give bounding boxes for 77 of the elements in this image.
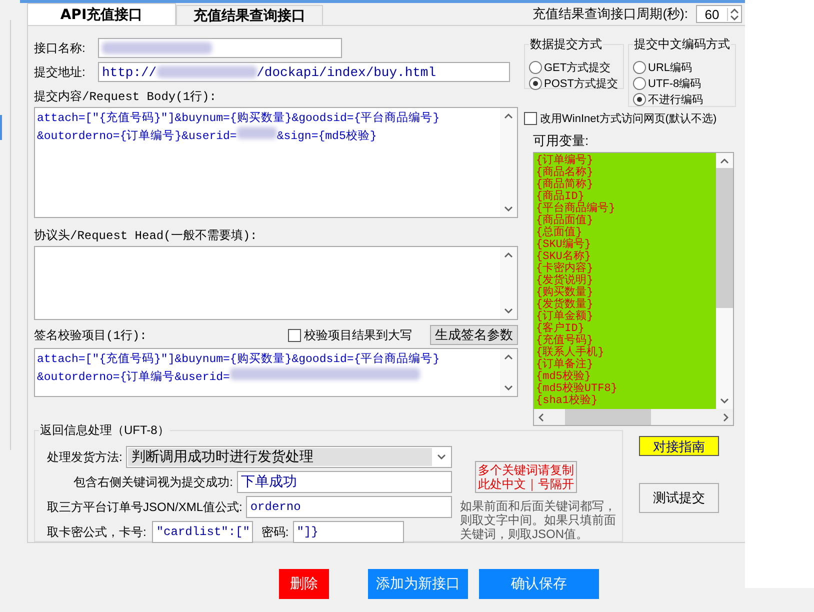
variable-item[interactable]: {订单金额} [536,311,716,323]
guide-button[interactable]: 对接指南 [639,436,719,456]
variable-item[interactable]: {md5校验} [536,371,716,383]
variable-item[interactable]: {订单编号} [536,155,716,167]
footer-button[interactable]: 确认保存 [479,569,599,599]
variable-item[interactable]: {sha1校验} [536,395,716,407]
variable-item[interactable]: {总面值} [536,227,716,239]
radio-label: URL编码 [648,60,692,74]
checkbox[interactable] [524,112,537,125]
keyword-note: 多个关键词请复制 此处中文｜号隔开 [475,461,577,493]
variable-item[interactable]: {发货说明} [536,275,716,287]
period-spinner[interactable]: 60 [696,5,742,23]
footer-button[interactable]: 添加为新接口 [368,569,468,599]
radio-label: POST方式提交 [544,76,618,90]
formula-hint: 如果前面和后面关键词都写，则取文字中间。如果只填前面关键词，则取JSON值。 [460,499,617,541]
field-label: 取卡密公式，卡号: [47,524,146,540]
success-keyword-field[interactable]: 下单成功 [237,471,452,493]
variable-list[interactable]: {订单编号} {商品名称} {商品简称} {商品ID} {平台商品编号} {商品面值} {总面值} {SKU编号} {SKU名称} {卡密内容} {发货说明} {购买数量} {发货数量} {订单金额} {客户ID} {充值号码} {联系人手机} {订单备注} {md5校验} {md5校验UTF8} {sha1校验} [534,153,716,409]
dropdown-caret-icon[interactable] [437,454,446,460]
password-formula-field[interactable]: "]} [292,521,404,543]
variable-item[interactable]: {商品简称} [536,179,716,191]
field-label: 密码: [261,524,289,540]
variable-item[interactable]: {充值号码} [536,335,716,347]
radio-label: 不进行编码 [648,92,703,106]
variable-item[interactable]: {商品名称} [536,167,716,179]
field-label: 协议头/Request Head(一般不需要填): [34,228,258,244]
name-field[interactable] [98,38,342,58]
variable-item[interactable]: {购买数量} [536,287,716,299]
checkbox-label: 校验项目结果到大写 [304,326,412,344]
field-label: 处理发货方法: [47,448,122,466]
variable-item[interactable]: {SKU名称} [536,251,716,263]
variable-item[interactable]: {商品面值} [536,215,716,227]
test-submit-button[interactable]: 测试提交 [639,483,719,513]
scroll-up-icon[interactable] [720,158,729,164]
radio-label: UTF-8编码 [648,76,702,90]
delivery-method-dropdown[interactable]: 判断调用成功时进行发货处理 [126,446,452,468]
order-number-formula-field[interactable]: orderno [246,496,452,518]
scroll-left-icon[interactable] [538,412,544,422]
url-field[interactable]: http:// /dockapi/index/buy.html [98,62,510,82]
checkbox-label: 改用WinInet方式访问网页(默认不选) [540,112,717,126]
card-number-formula-field[interactable]: "cardlist":[" [152,521,254,543]
scrollbar[interactable] [716,153,733,409]
variable-item[interactable]: {商品ID} [536,191,716,203]
variable-item[interactable]: {发货数量} [536,299,716,311]
variable-item[interactable]: {md5校验UTF8} [536,383,716,395]
radio-button[interactable] [633,92,646,106]
group-title: 提交中文编码方式 [634,37,730,51]
group-title: 数据提交方式 [530,37,602,51]
spin-down-icon[interactable] [730,14,739,20]
tab[interactable]: API充值接口 [27,3,176,25]
variable-item[interactable]: {卡密内容} [536,263,716,275]
variable-item[interactable]: {平台商品编号} [536,203,716,215]
scroll-down-icon[interactable] [720,398,729,404]
field-label: 提交内容/Request Body(1行): [34,89,218,105]
field-label: 签名校验项目(1行): [34,328,147,344]
period-label: 充值结果查询接口周期(秒): [532,5,688,23]
variable-item[interactable]: {客户ID} [536,323,716,335]
generate-sign-button[interactable]: 生成签名参数 [430,325,518,345]
radio-label: GET方式提交 [544,60,611,74]
variable-item[interactable]: {订单备注} [536,359,716,371]
variable-item[interactable]: {联系人手机} [536,347,716,359]
scroll-right-icon[interactable] [723,412,729,422]
radio-button[interactable] [529,60,542,74]
footer-button[interactable]: 删除 [279,569,329,599]
radio-button[interactable] [529,76,542,90]
field-label: 取三方平台订单号JSON/XML值公式: [47,498,242,516]
spin-up-icon[interactable] [730,8,739,14]
variable-item[interactable]: {SKU编号} [536,239,716,251]
field-label: 可用变量: [533,132,590,150]
radio-button[interactable] [633,60,646,74]
group-title: 返回信息处理（UFT-8） [40,423,170,437]
tab[interactable]: 充值结果查询接口 [176,5,323,25]
field-label: 接口名称: [34,40,86,56]
radio-button[interactable] [633,76,646,90]
field-label: 提交地址: [34,64,86,80]
field-label: 包含右侧关键词视为提交成功: [74,474,233,490]
checkbox[interactable] [288,328,301,342]
